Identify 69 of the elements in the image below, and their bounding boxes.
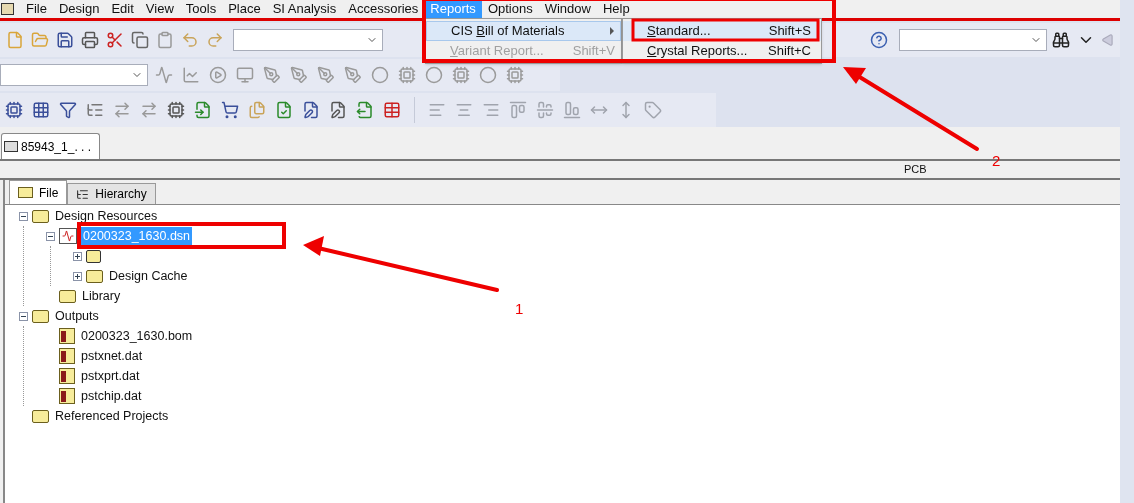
menu-item[interactable]: Window: [538, 0, 597, 18]
collapse-toggle[interactable]: [19, 311, 28, 321]
schematic-page-icon: [4, 141, 18, 152]
folder-icon: [32, 309, 49, 323]
tree-item[interactable]: Library: [80, 286, 123, 306]
tag-icon[interactable]: [642, 99, 664, 121]
expand-toggle[interactable]: [73, 271, 82, 281]
folder-icon: [86, 269, 103, 283]
header-label: PCB: [904, 162, 927, 178]
app-icon: [1, 3, 14, 15]
chip-icon[interactable]: [165, 99, 187, 121]
menu-item[interactable]: Options: [481, 0, 539, 18]
tree-item[interactable]: Outputs: [53, 306, 101, 326]
tree-item[interactable]: Design Cache: [107, 266, 190, 286]
cart-icon[interactable]: [219, 99, 241, 121]
collapse-toggle[interactable]: [19, 211, 28, 221]
help-icon[interactable]: [868, 29, 890, 51]
circle-icon[interactable]: [369, 64, 391, 86]
panel-tab[interactable]: File: [9, 180, 68, 204]
schematic-icon: [59, 228, 77, 244]
panel-tab[interactable]: Hierarchy: [67, 183, 156, 204]
menu-item[interactable]: View: [139, 0, 180, 18]
collapse-toggle[interactable]: [46, 231, 55, 241]
probe-icon[interactable]: [315, 64, 337, 86]
align-bottom-icon[interactable]: [561, 99, 583, 121]
tree-item[interactable]: pstxnet.dat: [79, 346, 145, 366]
tree-item[interactable]: 0200323_1630.bom: [79, 326, 195, 346]
play-icon[interactable]: [207, 64, 229, 86]
toolbar-dropdown[interactable]: [233, 29, 383, 51]
document-tab[interactable]: 85943_1_. . .: [1, 133, 101, 159]
chip-icon[interactable]: [3, 99, 25, 121]
tree-item[interactable]: pstchip.dat: [79, 386, 144, 406]
folder-icon: [59, 289, 76, 303]
report-file-icon: [59, 328, 75, 344]
probe-icon[interactable]: [288, 64, 310, 86]
folder-icon: [86, 249, 101, 263]
menu-item[interactable]: SI Analysis: [266, 0, 343, 18]
folder-icon: [32, 409, 49, 423]
annotation-number: 1: [515, 299, 524, 319]
menu-item[interactable]: Edit: [105, 0, 140, 18]
align-middle-icon[interactable]: [534, 99, 556, 121]
tree-item[interactable]: pstxprt.dat: [79, 366, 142, 386]
report-file-icon: [59, 388, 75, 404]
tree-item[interactable]: Design Resources: [53, 206, 160, 226]
menu-item[interactable]: Crystal Reports... Shift+C: [623, 41, 821, 61]
expand-toggle[interactable]: [73, 251, 82, 261]
hierarchy-icon: [76, 187, 90, 201]
menu-item[interactable]: Tools: [179, 0, 223, 18]
report-file-icon: [59, 348, 75, 364]
toolbar-dropdown[interactable]: [0, 64, 148, 86]
folder-icon: [32, 209, 49, 223]
tree-item[interactable]: Referenced Projects: [53, 406, 171, 426]
menu-item[interactable]: Place: [222, 0, 267, 18]
copy-icon[interactable]: [129, 29, 151, 51]
menu-item[interactable]: File: [20, 0, 53, 18]
probe-icon[interactable]: [342, 64, 364, 86]
menu-item[interactable]: Accessories: [342, 0, 425, 18]
probe-icon[interactable]: [261, 64, 283, 86]
align-top-icon[interactable]: [507, 99, 529, 121]
menu-item[interactable]: Help: [596, 0, 636, 18]
menu-item[interactable]: Design: [52, 0, 106, 18]
circle-icon[interactable]: [423, 64, 445, 86]
waveform-icon[interactable]: [153, 64, 175, 86]
circle-icon[interactable]: [477, 64, 499, 86]
annotation-number: 2: [992, 151, 1001, 171]
folder-icon: [18, 187, 33, 198]
menu-item[interactable]: CIS Bill of Materials: [426, 21, 621, 41]
report-file-icon: [59, 368, 75, 384]
printer-icon[interactable]: [79, 29, 101, 51]
